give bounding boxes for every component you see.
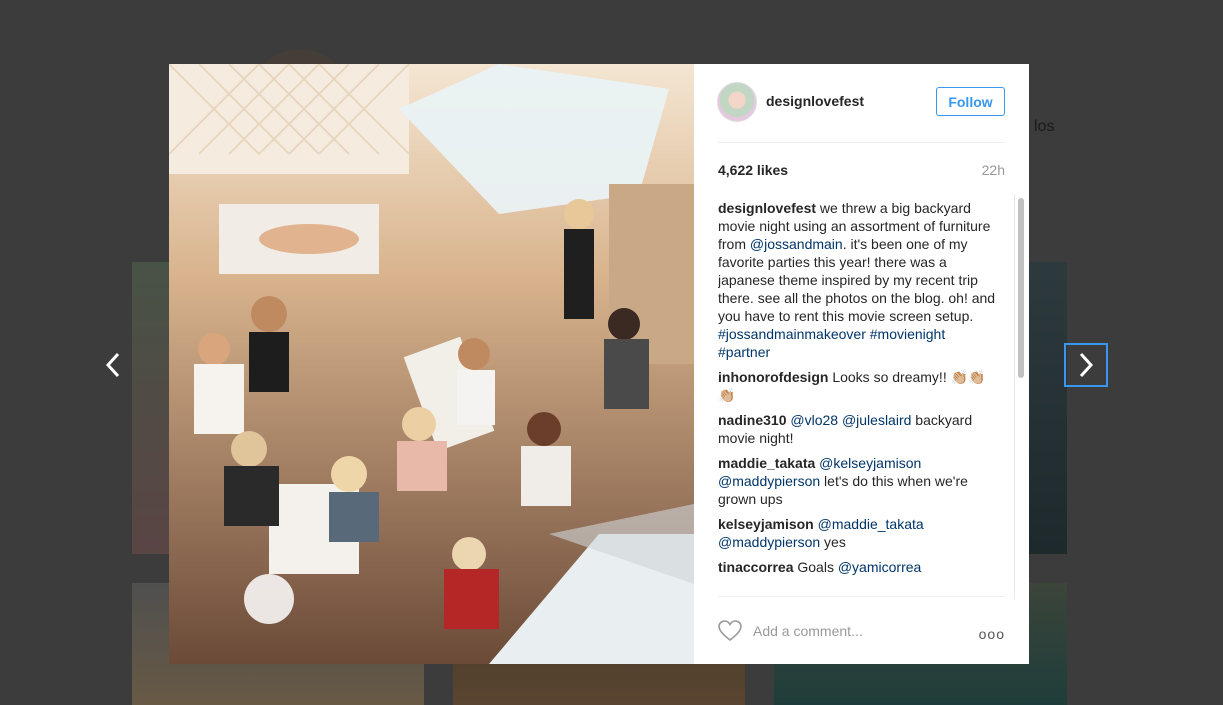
caption-mention[interactable]: @jossandmain bbox=[750, 236, 843, 252]
chevron-left-icon bbox=[105, 352, 120, 378]
chevron-right-icon bbox=[1079, 352, 1094, 378]
more-options-button[interactable]: ooo bbox=[979, 626, 1005, 642]
comment-item: kelseyjamison @maddie_takata @maddypiers… bbox=[718, 515, 998, 551]
post-author-username[interactable]: designlovefest bbox=[766, 93, 864, 109]
heart-icon bbox=[718, 620, 742, 642]
avatar[interactable] bbox=[717, 82, 757, 122]
next-post-button[interactable] bbox=[1064, 343, 1108, 387]
comment-username[interactable]: maddie_takata bbox=[718, 455, 815, 471]
comment-username[interactable]: inhonorofdesign bbox=[718, 369, 828, 385]
caption-username[interactable]: designlovefest bbox=[718, 200, 816, 216]
scrollbar-thumb[interactable] bbox=[1018, 198, 1024, 378]
comment-username[interactable]: tinaccorrea bbox=[718, 559, 793, 575]
comment-username[interactable]: nadine310 bbox=[718, 412, 786, 428]
like-button[interactable] bbox=[718, 620, 742, 642]
post-photo[interactable] bbox=[169, 64, 694, 664]
comment-text: Goals bbox=[793, 559, 838, 575]
comment-mention[interactable]: @yamicorrea bbox=[838, 559, 921, 575]
post-modal: designlovefest Follow 4,622 likes 22h de… bbox=[169, 64, 1029, 664]
follow-button[interactable]: Follow bbox=[936, 87, 1005, 116]
comment-item: maddie_takata @kelseyjamison @maddypiers… bbox=[718, 454, 998, 508]
comment-item: nadine310 @vlo28 @juleslaird backyard mo… bbox=[718, 411, 998, 447]
comment-username[interactable]: kelseyjamison bbox=[718, 516, 814, 532]
post-timestamp[interactable]: 22h bbox=[982, 162, 1005, 178]
comment-mention[interactable]: @vlo28 @juleslaird bbox=[786, 412, 911, 428]
comments-scrollbar[interactable] bbox=[1014, 194, 1027, 599]
likes-count[interactable]: 4,622 likes bbox=[718, 162, 788, 178]
previous-post-button[interactable] bbox=[91, 343, 135, 387]
comments-list: designlovefest we threw a big backyard m… bbox=[718, 199, 998, 594]
comment-item: tinaccorrea Goals @yamicorrea bbox=[718, 558, 998, 576]
add-comment-input[interactable] bbox=[753, 622, 953, 640]
comment-text: yes bbox=[820, 534, 846, 550]
post-header: designlovefest Follow bbox=[717, 82, 1005, 143]
caption-hashtags[interactable]: #jossandmainmakeover #movienight #partne… bbox=[718, 326, 945, 360]
comment-item: inhonorofdesign Looks so dreamy!! 👏🏼👏🏼👏🏼 bbox=[718, 368, 998, 404]
caption: designlovefest we threw a big backyard m… bbox=[718, 199, 998, 361]
post-details-panel: designlovefest Follow 4,622 likes 22h de… bbox=[694, 64, 1029, 664]
party-photo-illustration bbox=[169, 64, 694, 664]
footer-divider bbox=[718, 596, 1005, 597]
